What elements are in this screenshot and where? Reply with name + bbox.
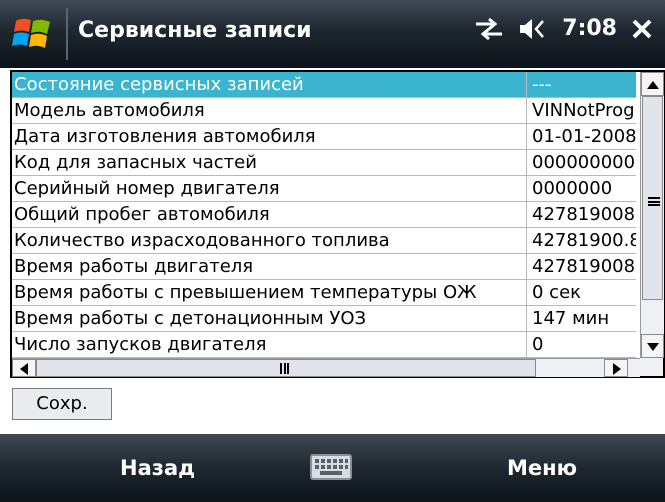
menu-softkey[interactable]: Меню [507,456,577,480]
row-value: 147 мин [532,308,610,329]
row-name: Количество израсходованного топлива [12,228,527,253]
vertical-scroll-thumb[interactable] [642,96,663,300]
system-tray: 7:08 [474,16,653,41]
row-value: 4278190080 [532,256,636,277]
save-button[interactable]: Сохр. [12,388,112,420]
back-softkey[interactable]: Назад [120,456,195,480]
title-bar: Сервисные записи 7:08 [0,0,665,68]
row-name: Код для запасных частей [12,150,527,175]
row-name: Серийный номер двигателя [12,176,527,201]
grip-icon [280,363,289,374]
grip-icon [648,197,660,206]
softkey-bar: Назад Меню [0,434,665,502]
row-value: 427819008. [532,204,636,225]
row-name: Модель автомобиля [12,98,527,123]
row-name: Время работы с детонационным УОЗ [12,306,527,331]
row-value: 0000000 [532,178,613,199]
table-row[interactable]: Количество израсходованного топлива 4278… [12,228,636,254]
row-name: Общий пробег автомобиля [12,202,527,227]
row-value: 01-01-2008 [532,126,636,147]
row-name: Время работы с превышением температуры О… [12,280,527,305]
table-row[interactable]: Время работы с детонационным УОЗ 147 мин [12,306,636,332]
grid-rows: Состояние сервисных записей --- Модель а… [12,72,636,358]
scroll-up-button[interactable] [641,72,664,96]
volume-icon[interactable] [518,17,548,41]
keyboard-icon[interactable] [310,452,352,486]
clock[interactable]: 7:08 [562,16,617,41]
close-icon[interactable] [631,18,653,40]
title-separator [66,8,68,60]
row-value: 0 [532,334,544,355]
arrow-right-icon [613,363,621,375]
arrow-left-icon [20,363,28,375]
scrollbar-corner [640,358,663,376]
horizontal-scroll-thumb[interactable] [36,359,536,377]
connectivity-icon[interactable] [474,17,504,40]
row-name: Состояние сервисных записей [12,72,527,97]
table-row[interactable]: Состояние сервисных записей --- [12,72,636,98]
table-row[interactable]: Время работы двигателя 4278190080 [12,254,636,280]
row-value: VINNotProg [532,100,635,121]
table-row[interactable]: Число запусков двигателя 0 [12,332,636,358]
row-value: 0 сек [532,282,582,303]
vertical-scrollbar[interactable] [640,72,664,358]
table-row[interactable]: Серийный номер двигателя 0000000 [12,176,636,202]
row-value: --- [532,74,552,95]
table-row[interactable]: Общий пробег автомобиля 427819008. [12,202,636,228]
table-row[interactable]: Дата изготовления автомобиля 01-01-2008 [12,124,636,150]
service-records-grid[interactable]: Состояние сервисных записей --- Модель а… [10,70,665,378]
scroll-down-button[interactable] [641,334,664,358]
scroll-right-button[interactable] [604,359,628,377]
arrow-up-icon [647,81,659,89]
windows-logo-icon[interactable] [12,13,54,55]
row-name: Число запусков двигателя [12,332,527,357]
row-value: 0000000000 [532,152,636,173]
table-row[interactable]: Код для запасных частей 0000000000 [12,150,636,176]
row-value: 42781900.8 [532,230,636,251]
row-name: Время работы двигателя [12,254,527,279]
scroll-left-button[interactable] [12,359,36,377]
table-row[interactable]: Время работы с превышением температуры О… [12,280,636,306]
horizontal-scrollbar[interactable] [12,358,640,377]
row-name: Дата изготовления автомобиля [12,124,527,149]
table-row[interactable]: Модель автомобиля VINNotProg [12,98,636,124]
window-title: Сервисные записи [78,18,312,43]
arrow-down-icon [647,343,659,351]
